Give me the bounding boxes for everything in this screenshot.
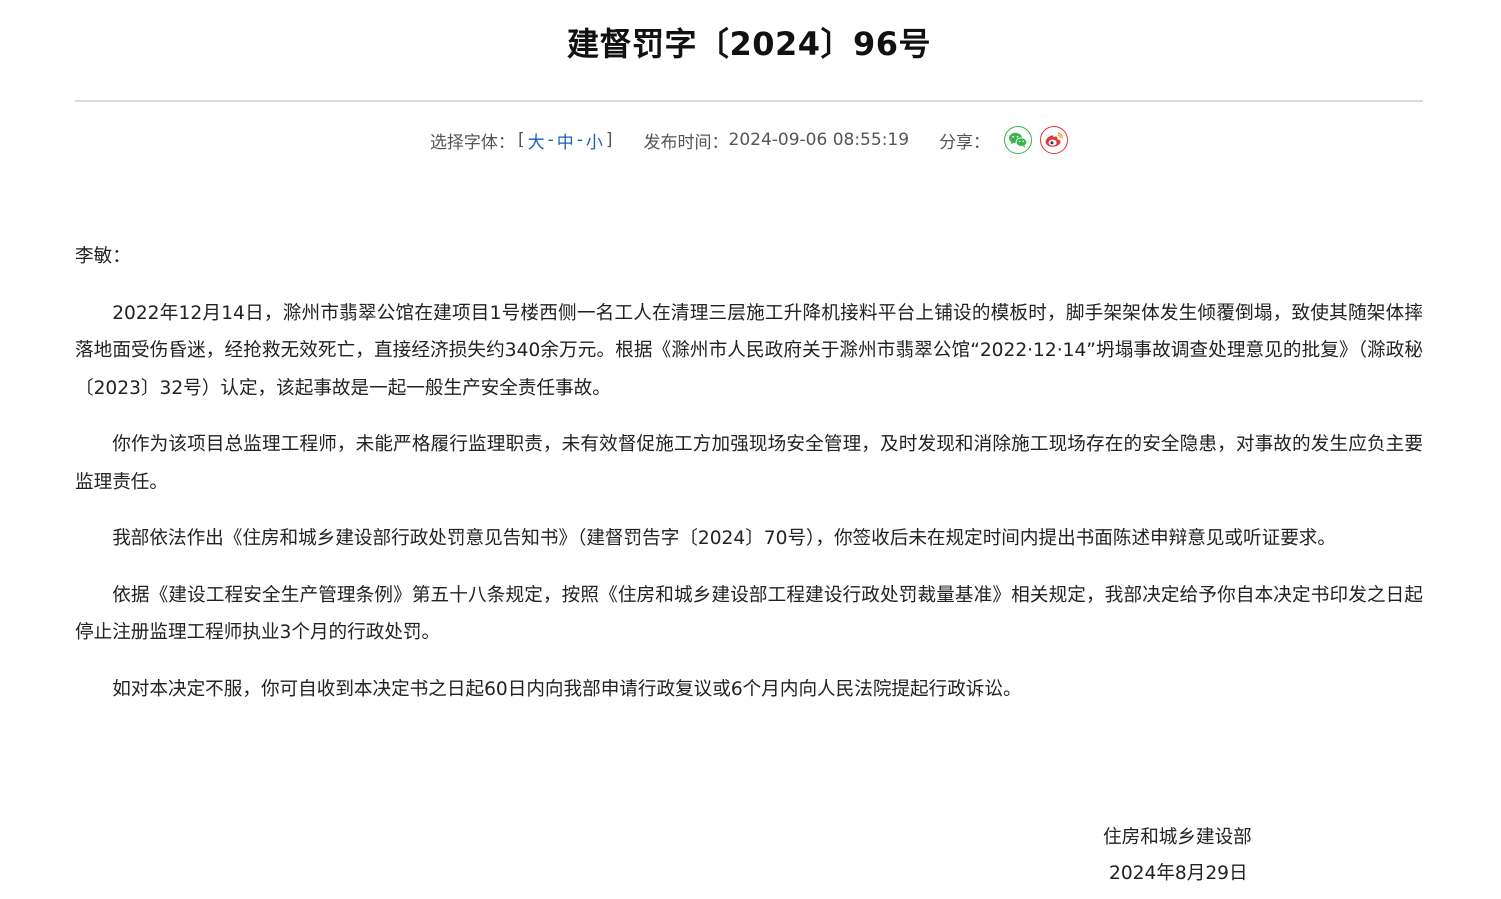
signature-block: 住房和城乡建设部 2024年8月29日 — [1077, 820, 1277, 892]
font-size-separator: - — [576, 130, 583, 150]
meta-bar: 选择字体： [ 大 - 中 - 小 ] 发布时间： 2024-09-06 08:… — [75, 124, 1423, 156]
body-paragraph-4: 依据《建设工程安全生产管理条例》第五十八条规定，按照《住房和城乡建设部工程建设行… — [75, 584, 1423, 644]
font-size-separator: - — [547, 130, 554, 150]
share-group: 分享： — [939, 126, 1069, 154]
font-size-small-link[interactable]: 小 — [586, 128, 603, 153]
font-size-selector: 选择字体： [ 大 - 中 - 小 ] — [430, 128, 616, 153]
signature-org: 住房和城乡建设部 — [1103, 827, 1252, 848]
share-label: 分享： — [939, 132, 991, 153]
weibo-icon[interactable] — [1040, 126, 1069, 154]
document-title: 建督罚字〔2024〕96号 — [566, 25, 932, 63]
salutation: 李敏： — [75, 246, 131, 267]
document-body: 李敏： 2022年12月14日，滁州市翡翠公馆在建项目1号楼西侧一名工人在清理三… — [75, 238, 1423, 727]
body-paragraph-2: 你作为该项目总监理工程师，未能严格履行监理职责，未有效督促施工方加强现场安全管理… — [75, 434, 1423, 493]
publish-info: 发布时间： 2024-09-06 08:55:19 — [644, 128, 910, 153]
publish-time: 2024-09-06 08:55:19 — [728, 130, 910, 150]
publish-label: 发布时间： — [643, 132, 729, 153]
body-paragraph-1: 2022年12月14日，滁州市翡翠公馆在建项目1号楼西侧一名工人在清理三层施工升… — [75, 302, 1423, 399]
font-select-label: 选择字体： — [429, 132, 515, 153]
body-paragraph-5: 如对本决定不服，你可自收到本决定书之日起60日内向我部申请行政复议或6个月内向人… — [112, 678, 1022, 700]
weibo-icon-glyph — [1045, 132, 1063, 147]
bracket-open: [ — [517, 130, 525, 150]
document-page: 建督罚字〔2024〕96号 选择字体： [ 大 - 中 - 小 ] 发布时间： … — [75, 0, 1423, 899]
wechat-icon[interactable] — [1004, 126, 1033, 154]
signature-date: 2024年8月29日 — [1109, 863, 1248, 884]
font-size-large-link[interactable]: 大 — [528, 128, 545, 153]
font-size-medium-link[interactable]: 中 — [557, 128, 574, 153]
title-divider — [75, 100, 1423, 102]
body-paragraph-3: 我部依法作出《住房和城乡建设部行政处罚意见告知书》（建督罚告字〔2024〕70号… — [112, 528, 1336, 549]
wechat-icon-glyph — [1009, 132, 1028, 148]
bracket-close: ] — [605, 130, 613, 150]
